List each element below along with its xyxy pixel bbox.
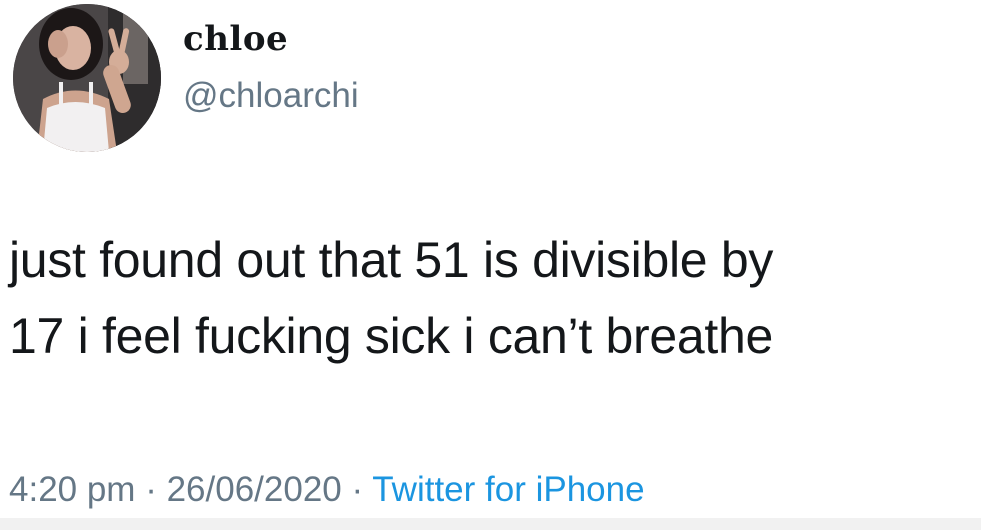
meta-separator: · xyxy=(135,470,167,509)
tweet-metadata: 4:20 pm · 26/06/2020 · Twitter for iPhon… xyxy=(9,472,645,507)
tweet-date[interactable]: 26/06/2020 xyxy=(167,470,342,509)
tweet-time[interactable]: 4:20 pm xyxy=(9,470,135,509)
tweet-text-line: 17 i feel fucking sick i can’t breathe xyxy=(9,308,774,364)
tweet-text-line: just found out that 51 is divisible by xyxy=(9,232,774,288)
bottom-divider xyxy=(0,518,981,530)
tweet-text: just found out that 51 is divisible by 1… xyxy=(9,222,974,374)
tweet-card: chloe @chloarchi just found out that 51 … xyxy=(0,0,981,530)
user-handle[interactable]: @chloarchi xyxy=(183,78,359,113)
tweet-source-link[interactable]: Twitter for iPhone xyxy=(372,470,644,509)
avatar[interactable] xyxy=(13,4,161,152)
meta-separator: · xyxy=(341,470,373,509)
avatar-photo xyxy=(13,4,161,152)
display-name[interactable]: chloe xyxy=(183,22,288,56)
